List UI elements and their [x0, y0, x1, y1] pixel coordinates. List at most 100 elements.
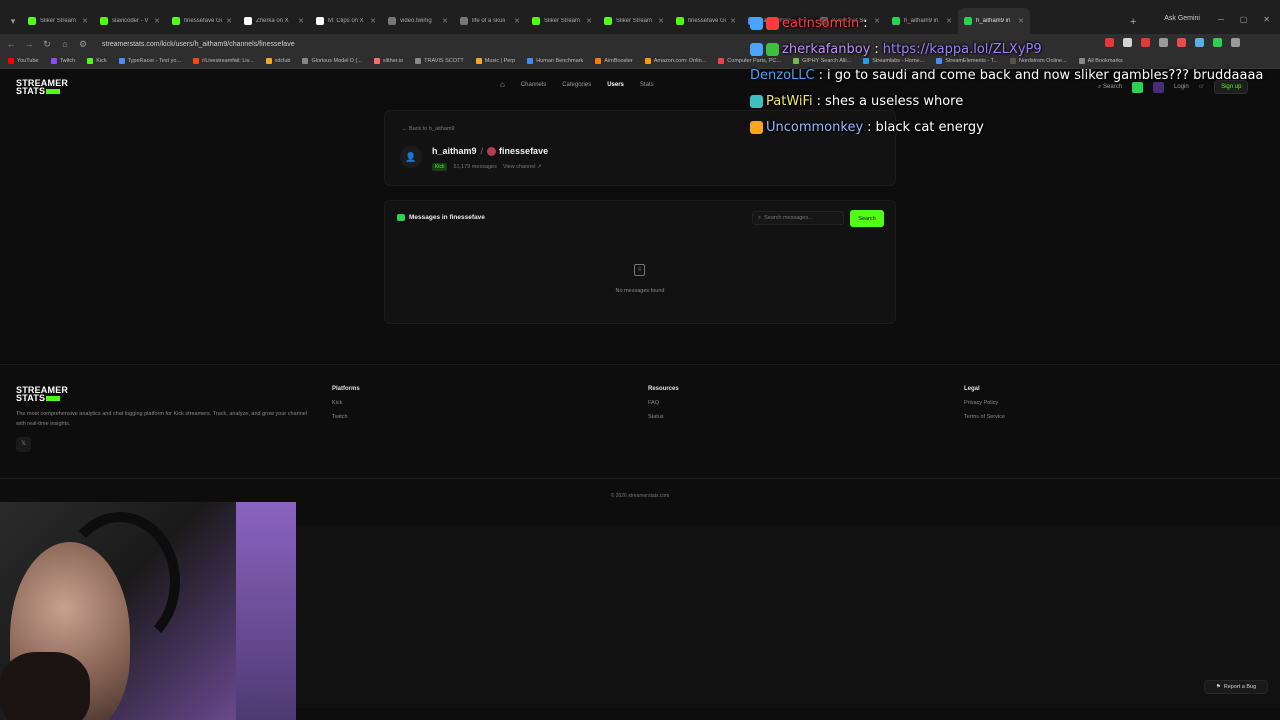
- bookmark-label: Human Benchmark: [536, 58, 584, 64]
- chat-badge-icon: [766, 16, 779, 30]
- tab-label: Sliker Stream: [40, 18, 77, 24]
- browser-tab[interactable]: Zherka on X ✕: [238, 8, 310, 34]
- browser-tab[interactable]: finessefave Gi ✕: [166, 8, 238, 34]
- footer-link-terms[interactable]: Terms of Service: [964, 414, 1005, 420]
- bookmark-favicon-icon: [644, 58, 651, 64]
- nav-item-users[interactable]: Users: [607, 82, 624, 88]
- tab-close-icon[interactable]: ✕: [514, 17, 520, 25]
- back-arrow-icon[interactable]: ←: [6, 39, 16, 49]
- bookmark-item[interactable]: slither.io: [373, 58, 404, 64]
- tab-favicon-icon: [172, 17, 180, 25]
- bookmark-label: Twitch: [59, 58, 76, 64]
- message-count: 51,179 messages: [453, 164, 497, 170]
- bookmark-item[interactable]: Kick: [87, 58, 107, 64]
- chat-bubble-icon: [397, 214, 405, 221]
- browser-tab[interactable]: video.twimg ✕: [382, 8, 454, 34]
- channel-name[interactable]: finessefave: [499, 146, 548, 156]
- tab-close-icon[interactable]: ✕: [154, 17, 160, 25]
- nav-item-stats[interactable]: Stats: [640, 82, 654, 88]
- browser-tab[interactable]: Sliker Stream ✕: [526, 8, 598, 34]
- bookmark-favicon-icon: [718, 58, 725, 64]
- bookmark-item[interactable]: r/Livestreamfail: Liv...: [193, 58, 254, 64]
- report-bug-button[interactable]: ⚑ Report a Bug: [1204, 680, 1268, 694]
- webcam-headset: [60, 512, 180, 652]
- bookmark-label: slither.io: [382, 58, 404, 64]
- url-field[interactable]: streamerstats.com/kick/users/h_aitham9/c…: [102, 41, 295, 48]
- footer-col-title: Legal: [964, 386, 980, 392]
- chat-message: PatWiFi: shes a useless whore: [750, 88, 1263, 114]
- x-social-icon[interactable]: 𝕏: [16, 437, 31, 452]
- nav-item-categories[interactable]: Categories: [562, 82, 591, 88]
- tab-close-icon[interactable]: ✕: [730, 17, 736, 25]
- nav-item-channels[interactable]: Channels: [521, 82, 546, 88]
- footer-link-kick[interactable]: Kick: [332, 400, 360, 406]
- search-button[interactable]: Search: [850, 210, 884, 227]
- bookmark-item[interactable]: Amazon.com: Onlin...: [644, 58, 706, 64]
- bookmark-item[interactable]: YouTube: [8, 58, 39, 64]
- home-nav-icon[interactable]: ⌂: [500, 80, 505, 89]
- chat-separator: :: [867, 119, 872, 135]
- chat-username: Uncommonkey: [766, 119, 864, 135]
- close-icon[interactable]: ✕: [1263, 15, 1270, 24]
- footer-link-privacy[interactable]: Privacy Policy: [964, 400, 1005, 406]
- chat-badge-icon: [750, 16, 763, 30]
- bookmark-favicon-icon: [415, 58, 422, 64]
- bookmark-item[interactable]: AimBooster: [595, 58, 633, 64]
- bookmark-label: Glorious Model D (...: [311, 58, 362, 64]
- tab-close-icon[interactable]: ✕: [82, 17, 88, 25]
- footer-divider-2: [0, 478, 1280, 479]
- footer-col-title: Resources: [648, 386, 679, 392]
- browser-tab[interactable]: slavicoder - V ✕: [94, 8, 166, 34]
- chat-badge-icon: [766, 42, 779, 56]
- browser-tab[interactable]: Sliker Stream ✕: [598, 8, 670, 34]
- bookmark-item[interactable]: TRAVIS SCOTT: [415, 58, 464, 64]
- bookmark-label: AimBooster: [604, 58, 633, 64]
- tab-label: Zherka on X: [256, 18, 289, 24]
- reload-icon[interactable]: ↻: [42, 39, 52, 50]
- back-link[interactable]: ← Back to h_aitham9: [402, 126, 455, 132]
- bookmark-label: Kick: [96, 58, 107, 64]
- user-meta: Kick 51,179 messages View channel ↗: [432, 163, 542, 171]
- messages-heading: Messages in finessefave: [397, 214, 485, 221]
- tab-close-icon[interactable]: ✕: [370, 17, 376, 25]
- home-icon[interactable]: ⌂: [60, 39, 70, 49]
- chat-link[interactable]: https://kappa.lol/ZLXyP9: [883, 42, 1042, 57]
- bookmark-item[interactable]: TypeRacer - Test yo...: [118, 58, 181, 64]
- browser-tab[interactable]: life of a skuli ✕: [454, 8, 526, 34]
- channel-avatar: [487, 147, 497, 157]
- browser-tab[interactable]: M: Clips on X ✕: [310, 8, 382, 34]
- tab-close-icon[interactable]: ✕: [226, 17, 232, 25]
- footer-link-twitch[interactable]: Twitch: [332, 414, 360, 420]
- tab-close-icon[interactable]: ✕: [442, 17, 448, 25]
- footer-link-status[interactable]: Status: [648, 414, 679, 420]
- tab-close-icon[interactable]: ✕: [586, 17, 592, 25]
- tab-label: finessefave Gi: [184, 18, 223, 24]
- site-logo[interactable]: STREAMER STATS: [16, 79, 68, 96]
- bookmark-item[interactable]: xdclub: [265, 58, 290, 64]
- bookmark-item[interactable]: Music | Perp: [475, 58, 515, 64]
- tab-search-icon[interactable]: ▾: [4, 8, 22, 34]
- footer-link-faq[interactable]: FAQ: [648, 400, 679, 406]
- message-search-input[interactable]: ⌕ Search messages...: [752, 211, 844, 225]
- username-text[interactable]: h_aitham9: [432, 146, 477, 156]
- forward-arrow-icon[interactable]: →: [24, 39, 34, 49]
- empty-state-text: No messages found: [615, 288, 665, 294]
- bookmark-item[interactable]: Glorious Model D (...: [302, 58, 362, 64]
- search-placeholder: Search messages...: [764, 215, 813, 221]
- browser-tab[interactable]: finessefave Gi ✕: [670, 8, 742, 34]
- tab-close-icon[interactable]: ✕: [658, 17, 664, 25]
- browser-tab[interactable]: Sliker Stream ✕: [22, 8, 94, 34]
- footer-logo[interactable]: STREAMER STATS: [16, 386, 68, 403]
- footer-logo-bottom: STATS: [16, 393, 46, 403]
- tab-close-icon[interactable]: ✕: [298, 17, 304, 25]
- bookmark-label: r/Livestreamfail: Liv...: [202, 58, 254, 64]
- view-channel-link[interactable]: View channel ↗: [503, 164, 542, 170]
- nav-items: Channels Categories Users Stats: [521, 82, 654, 88]
- bookmark-item[interactable]: Twitch: [50, 58, 76, 64]
- site-info-icon[interactable]: ⚙: [78, 39, 88, 50]
- chat-separator: :: [818, 67, 823, 83]
- bookmark-item[interactable]: Human Benchmark: [527, 58, 583, 64]
- tab-favicon-icon: [316, 17, 324, 25]
- bookmark-favicon-icon: [475, 58, 482, 64]
- tab-favicon-icon: [604, 17, 612, 25]
